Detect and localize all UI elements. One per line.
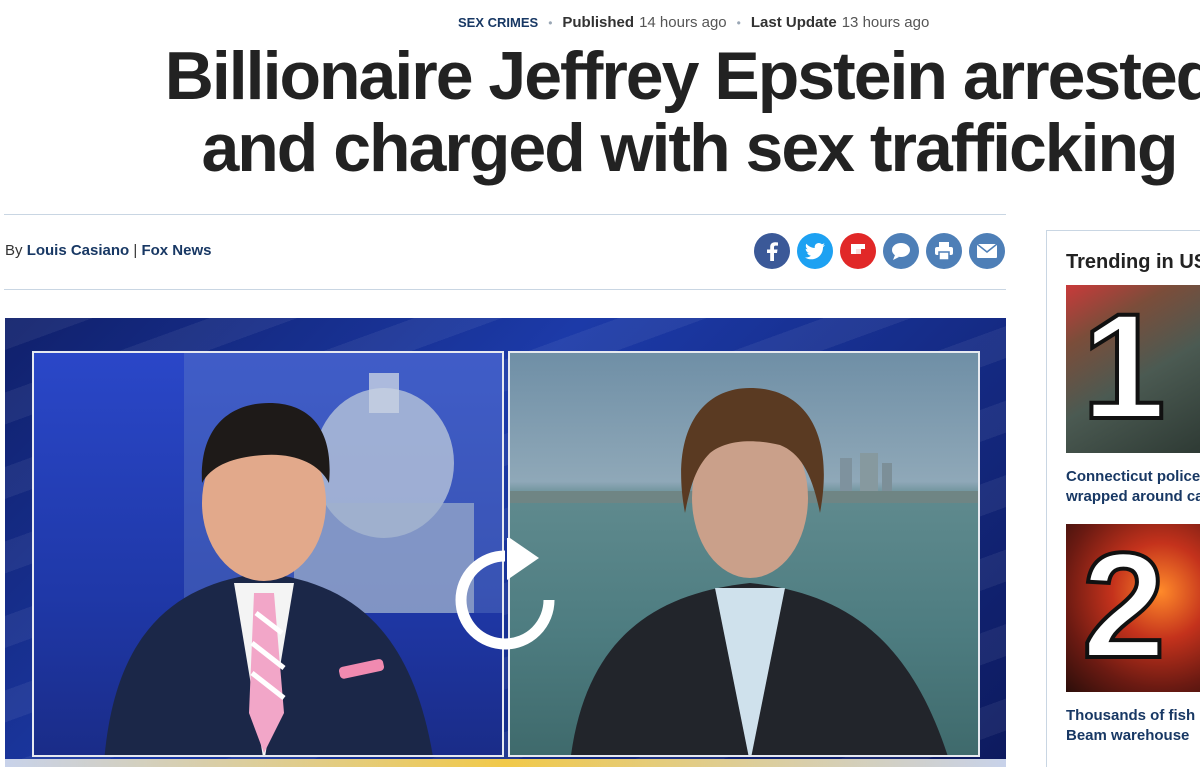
meta-separator: • xyxy=(736,16,741,30)
published-time: 14 hours ago xyxy=(639,14,727,31)
comments-button[interactable] xyxy=(883,233,919,269)
replay-icon[interactable] xyxy=(445,538,565,658)
divider xyxy=(4,214,1006,215)
byline-separator: | xyxy=(133,242,138,259)
trending-headline-line-2: wrapped around ca xyxy=(1066,488,1200,505)
article-meta: SEX CRIMES • Published 14 hours ago • La… xyxy=(458,14,929,31)
print-icon xyxy=(935,242,953,260)
facebook-icon xyxy=(767,242,778,261)
flipboard-icon xyxy=(851,244,865,254)
twitter-share-button[interactable] xyxy=(797,233,833,269)
anchor-figure xyxy=(104,403,433,755)
trending-rank: 2 xyxy=(1080,524,1167,689)
email-icon xyxy=(977,244,997,258)
share-bar xyxy=(754,233,1005,269)
guest-figure xyxy=(571,388,948,755)
trending-headline-link[interactable]: Connecticut police wrapped around ca xyxy=(1066,467,1200,507)
trending-headline-line-2: Beam warehouse xyxy=(1066,727,1190,744)
flipboard-share-button[interactable] xyxy=(840,233,876,269)
byline: By Louis Casiano | Fox News xyxy=(5,242,212,259)
trending-headline-link[interactable]: Thousands of fish p Beam warehouse xyxy=(1066,706,1200,746)
updated-label: Last Update xyxy=(750,14,837,31)
headline-line-2: and charged with sex trafficking xyxy=(201,110,1178,186)
author-link[interactable]: Louis Casiano xyxy=(27,242,130,259)
email-share-button[interactable] xyxy=(969,233,1005,269)
trending-item-1[interactable]: 1 Connecticut police wrapped around ca xyxy=(1066,285,1200,507)
divider xyxy=(4,289,1006,290)
video-pane-anchor xyxy=(32,351,504,757)
outlet-link[interactable]: Fox News xyxy=(141,242,211,259)
trending-title: Trending in US xyxy=(1066,251,1200,273)
trending-sidebar: Trending in US 1 Connecticut police wrap… xyxy=(1046,230,1200,767)
trending-thumbnail[interactable]: 1 xyxy=(1066,285,1200,453)
video-ticker xyxy=(5,759,1006,767)
meta-separator: • xyxy=(548,16,553,30)
trending-headline-line-1: Thousands of fish p xyxy=(1066,707,1200,724)
facebook-share-button[interactable] xyxy=(754,233,790,269)
updated-time: 13 hours ago xyxy=(841,14,930,31)
comments-icon xyxy=(892,243,910,260)
published-label: Published xyxy=(562,14,635,31)
trending-rank: 1 xyxy=(1080,285,1167,450)
twitter-icon xyxy=(805,242,825,259)
trending-item-2[interactable]: 2 Thousands of fish p Beam warehouse xyxy=(1066,524,1200,746)
print-button[interactable] xyxy=(926,233,962,269)
category-link[interactable]: SEX CRIMES xyxy=(458,15,538,30)
trending-thumbnail[interactable]: 2 xyxy=(1066,524,1200,692)
byline-prefix: By xyxy=(5,242,23,259)
video-pane-guest xyxy=(508,351,980,757)
headline-line-1: Billionaire Jeffrey Epstein arrested xyxy=(164,38,1200,114)
video-player[interactable] xyxy=(5,318,1006,767)
trending-headline-line-1: Connecticut police xyxy=(1066,468,1200,485)
article-headline: Billionaire Jeffrey Epstein arrested and… xyxy=(140,40,1200,184)
